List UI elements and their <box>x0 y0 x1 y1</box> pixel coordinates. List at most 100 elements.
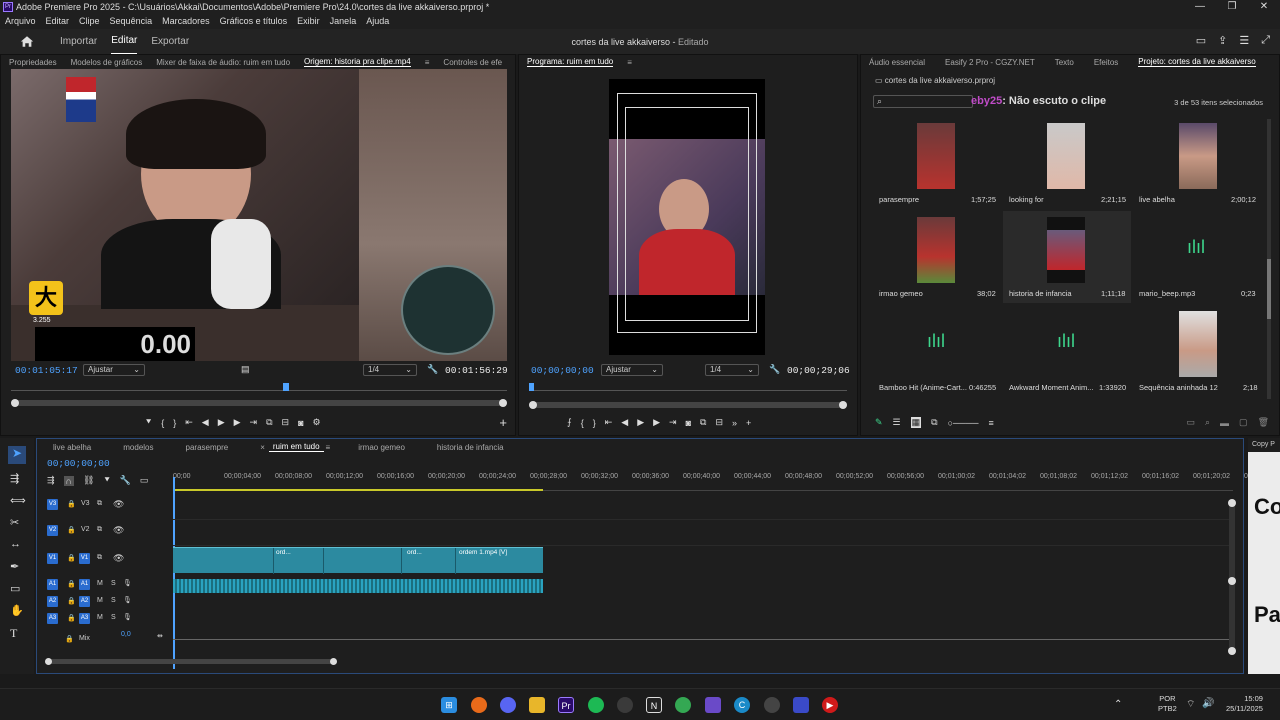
panel-menu-icon[interactable]: ☰ <box>1239 34 1249 47</box>
settings-button-icon[interactable]: ⚙ <box>313 417 321 428</box>
step-back-icon[interactable]: ◀ <box>621 417 628 428</box>
tab-irmao-gemeo[interactable]: irmao gemeo <box>342 443 421 452</box>
tab-texto[interactable]: Texto <box>1055 58 1074 67</box>
mix-value[interactable]: 0,0 <box>121 631 131 638</box>
mark-in-icon[interactable]: { <box>161 418 164 428</box>
tray-chevron-icon[interactable]: ⌃ <box>1114 699 1122 710</box>
freeform-view-icon[interactable]: ⧉ <box>931 417 937 428</box>
tab-efeitos[interactable]: Efeitos <box>1094 58 1118 67</box>
mute-button[interactable]: M <box>97 614 103 621</box>
eye-icon[interactable]: 👁 <box>113 553 124 564</box>
lock-icon[interactable]: 🔒 <box>65 636 74 643</box>
program-video-frame[interactable] <box>609 79 765 355</box>
tab-modelos-graficos[interactable]: Modelos de gráficos <box>71 58 143 67</box>
ripple-edit-tool-icon[interactable]: ⟺ <box>10 494 26 507</box>
steam-icon[interactable] <box>764 697 780 713</box>
new-bin-icon[interactable]: ▬ <box>1220 418 1229 428</box>
zoom-handle-right[interactable] <box>499 399 507 407</box>
scroll-thumb[interactable] <box>1267 259 1271 319</box>
bin-name[interactable]: historia de infancia <box>1009 289 1072 298</box>
wifi-icon[interactable]: ⌔ <box>1186 698 1195 711</box>
export-frame-icon[interactable]: ◙ <box>298 418 303 428</box>
track-select-tool-icon[interactable]: ⇶ <box>10 472 19 485</box>
type-tool-icon[interactable]: T <box>10 626 17 641</box>
menu-ajuda[interactable]: Ajuda <box>361 14 394 29</box>
capcut-icon[interactable]: C <box>734 697 750 713</box>
nest-icon[interactable]: ⇶ <box>47 475 55 486</box>
pencil-icon[interactable]: ✎ <box>875 417 883 428</box>
tab-mixer-audio[interactable]: Mixer de faixa de áudio: ruim em tudo <box>156 58 290 67</box>
audio-waveform-icon[interactable]: ılıl <box>1179 237 1213 261</box>
source-zoom-bar[interactable] <box>11 399 507 407</box>
maximize-button[interactable]: ❐ <box>1216 0 1248 14</box>
source-timeruler[interactable] <box>11 383 507 391</box>
workspace-icon[interactable]: ▭ <box>1196 34 1206 47</box>
trim-icon[interactable]: ⊟ <box>715 417 723 428</box>
lock-icon[interactable]: 🔒 <box>67 614 76 622</box>
solo-button[interactable]: S <box>111 580 116 587</box>
scroll-handle-bottom[interactable] <box>1228 647 1236 655</box>
close-tab-icon[interactable]: × <box>244 443 269 452</box>
source-resolution-dropdown[interactable]: 1/4 ⌄ <box>363 364 417 376</box>
menu-clipe[interactable]: Clipe <box>74 14 105 29</box>
app2-icon[interactable] <box>793 697 809 713</box>
new-item-icon[interactable]: ▢ <box>1239 417 1248 428</box>
menu-sequencia[interactable]: Sequência <box>105 14 158 29</box>
v1-clip-group[interactable]: ord... ord... ordem 1.mp4 [V] <box>173 547 543 574</box>
timeline-settings-icon[interactable]: 🔧 <box>120 475 131 486</box>
go-to-in-icon[interactable]: ⇤ <box>605 417 613 428</box>
discord-icon[interactable] <box>500 697 516 713</box>
audio-waveform-icon[interactable]: ılıl <box>919 331 953 355</box>
program-playhead[interactable] <box>529 383 534 391</box>
bin-thumb-parasempre[interactable] <box>917 123 955 189</box>
go-to-out-icon[interactable]: ⇥ <box>669 417 677 428</box>
source-video-frame[interactable]: 大 3.255 0.00 <box>11 69 507 361</box>
sync-icon[interactable]: ⧉ <box>97 526 102 534</box>
spotify-icon[interactable] <box>588 697 604 713</box>
program-title[interactable]: Programa: ruim em tudo <box>527 57 614 67</box>
tab-controles-efeito[interactable]: Controles de efe <box>443 58 502 67</box>
mic-icon[interactable]: 🎙 <box>123 579 132 587</box>
clock[interactable]: 15:09 25/11/2025 <box>1226 694 1263 714</box>
tab-audio-essencial[interactable]: Áudio essencial <box>869 58 925 67</box>
zoom-slider-icon[interactable]: ○──── <box>948 418 979 428</box>
menu-janela[interactable]: Janela <box>325 14 362 29</box>
export-frame-icon[interactable]: ◙ <box>686 418 691 428</box>
bin-name[interactable]: looking for <box>1009 195 1044 204</box>
add-marker-icon[interactable]: ⯆ <box>145 417 152 428</box>
solo-button[interactable]: S <box>111 597 116 604</box>
play-icon[interactable]: ▶ <box>218 417 225 428</box>
mark-out-icon[interactable]: } <box>173 418 176 428</box>
a3-source-patch[interactable]: A3 <box>47 613 58 624</box>
timeline-vertical-scrollbar[interactable] <box>1228 499 1236 655</box>
firefox-icon[interactable] <box>471 697 487 713</box>
tab-easify[interactable]: Easify 2 Pro - CGZY.NET <box>945 58 1035 67</box>
a1-source-patch[interactable]: A1 <box>47 579 58 590</box>
automate-icon[interactable]: ▭ <box>1186 417 1195 428</box>
timeline-timecode[interactable]: 00;00;00;00 <box>47 458 110 469</box>
menu-graficos[interactable]: Gráficos e títulos <box>215 14 293 29</box>
youtube-icon[interactable]: ▶ <box>822 697 838 713</box>
bin-name[interactable]: mario_beep.mp3 <box>1139 289 1195 298</box>
minimize-button[interactable]: — <box>1184 0 1216 14</box>
tab-editar[interactable]: Editar <box>111 28 138 55</box>
a1-audio-clip[interactable] <box>173 579 543 593</box>
tab-exportar[interactable]: Exportar <box>151 29 189 54</box>
mic-icon[interactable]: 🎙 <box>123 596 132 604</box>
obs-icon[interactable] <box>617 697 633 713</box>
timeline-zoom-bar[interactable] <box>45 658 337 665</box>
audio-waveform-icon[interactable]: ılıl <box>1049 331 1083 355</box>
overwrite-icon[interactable]: ⊟ <box>282 417 290 428</box>
source-fit-dropdown[interactable]: Ajustar ⌄ <box>83 364 145 376</box>
add-button-icon[interactable]: + <box>746 418 751 428</box>
scroll-handle-top[interactable] <box>1228 499 1236 507</box>
step-forward-icon[interactable]: ▶ <box>653 417 660 428</box>
input-language[interactable]: POR PTB2 <box>1158 694 1177 714</box>
menu-marcadores[interactable]: Marcadores <box>157 14 215 29</box>
go-to-out-icon[interactable]: ⇥ <box>250 417 258 428</box>
premiere-taskbar-icon[interactable]: Pr <box>558 697 574 713</box>
tab-importar[interactable]: Importar <box>60 29 97 54</box>
zoom-handle-left[interactable] <box>45 658 52 665</box>
bin-name[interactable]: Awkward Moment Anim... <box>1009 383 1093 392</box>
tab-propriedades[interactable]: Propriedades <box>9 58 57 67</box>
